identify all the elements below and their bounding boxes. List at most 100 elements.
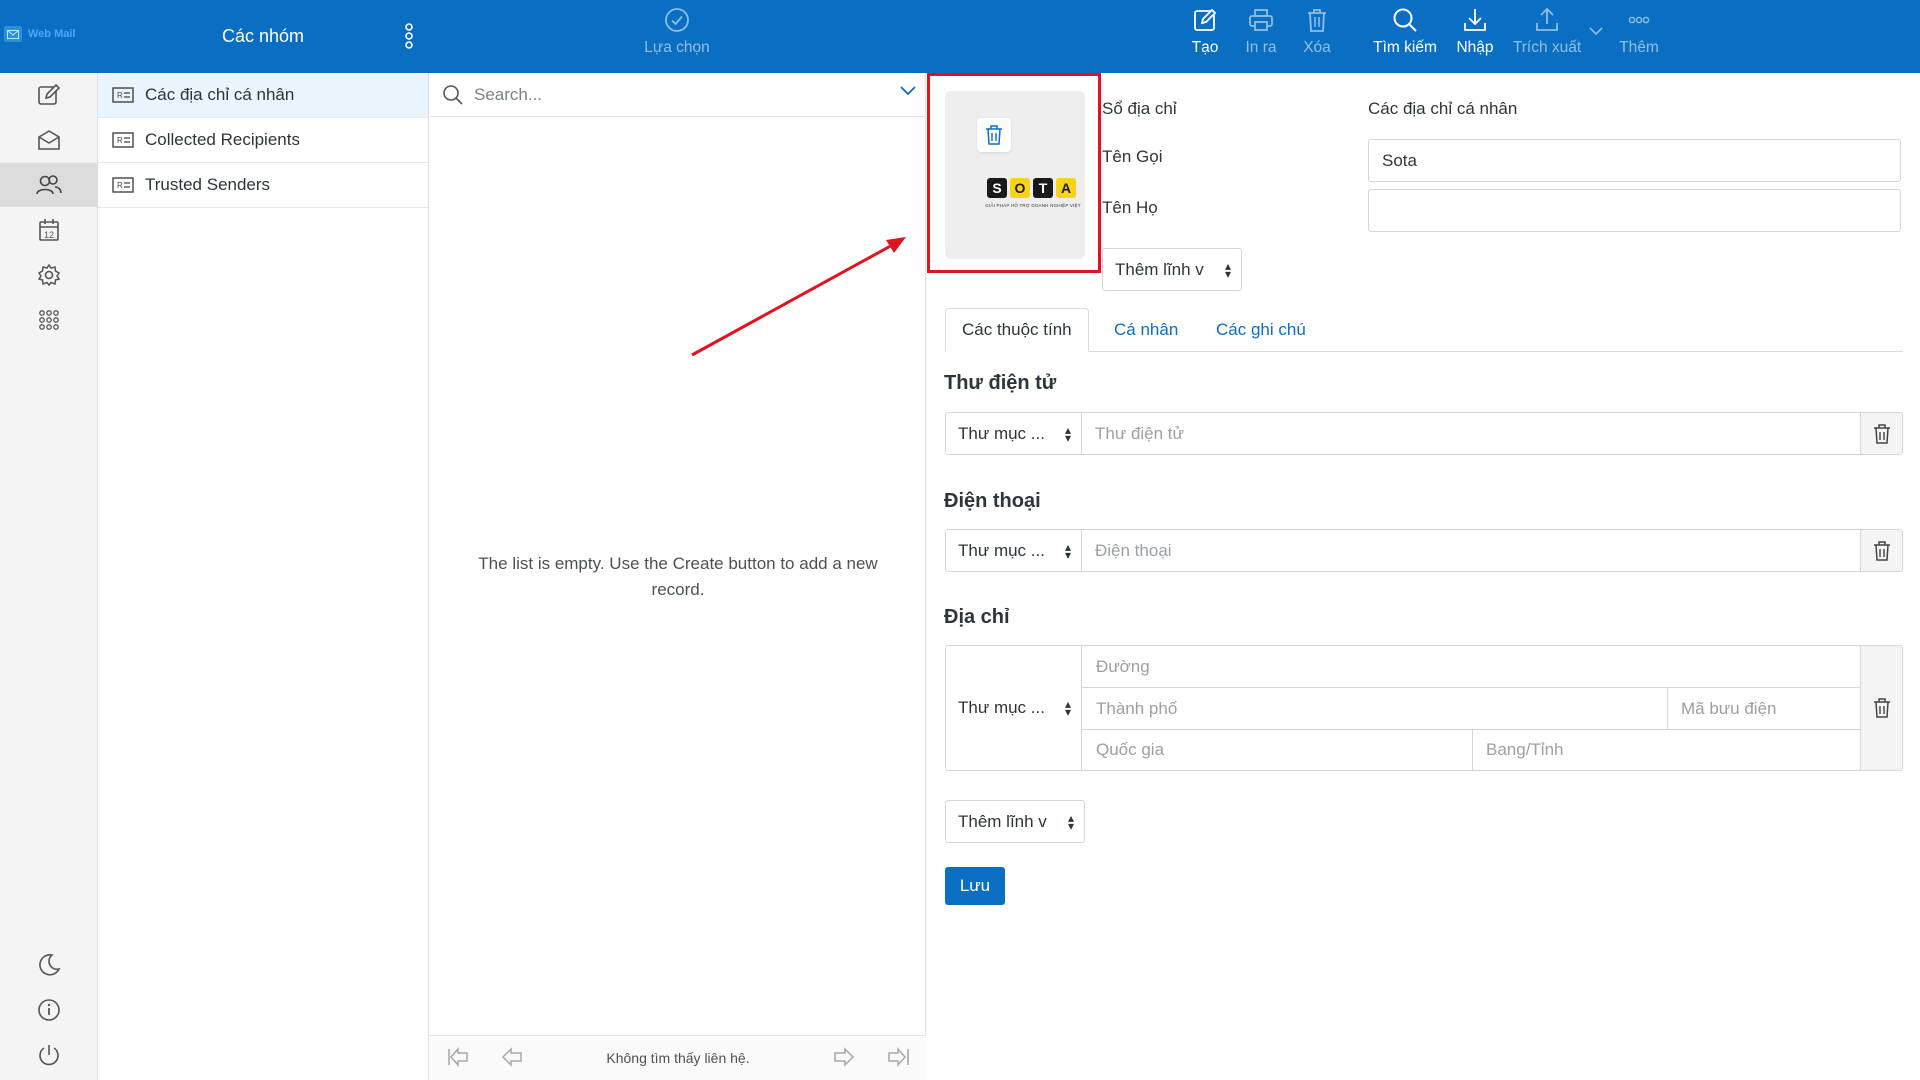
contact-edit-form: S O T A GIẢI PHÁP HỖ TRỢ DOANH NGHIỆP VI… xyxy=(927,73,1920,1080)
logout-icon[interactable] xyxy=(0,1033,98,1077)
address-book-icon: R xyxy=(112,132,134,148)
list-pagination: Không tìm thấy liên hệ. xyxy=(430,1035,926,1080)
import-label: Nhập xyxy=(1456,39,1494,56)
upload-icon xyxy=(1536,7,1558,31)
group-label: Trusted Senders xyxy=(145,175,271,194)
select-button[interactable]: Lựa chọn xyxy=(638,6,716,57)
search-icon xyxy=(443,84,463,105)
empty-list-message: The list is empty. Use the Create button… xyxy=(478,554,878,599)
trash-icon xyxy=(1873,698,1890,718)
updown-arrows-icon: ▴ ▾ xyxy=(1224,258,1231,281)
group-label: Các địa chỉ cá nhân xyxy=(145,85,295,104)
export-button[interactable]: Trích xuất xyxy=(1508,6,1586,57)
tab-properties[interactable]: Các thuộc tính xyxy=(945,308,1089,352)
delete-button[interactable]: Xóa xyxy=(1278,6,1356,57)
printer-icon xyxy=(1249,9,1273,31)
updown-arrows-icon: ▴ ▾ xyxy=(1067,810,1074,833)
region-field[interactable] xyxy=(1473,730,1860,770)
svg-text:R: R xyxy=(117,91,123,100)
calendar-icon[interactable]: 12 xyxy=(0,208,98,252)
search-button[interactable]: Tìm kiếm xyxy=(1366,6,1444,57)
create-label: Tạo xyxy=(1191,39,1219,56)
svg-text:R: R xyxy=(117,136,123,145)
group-item-trusted-senders[interactable]: R Trusted Senders xyxy=(98,163,428,208)
email-type-select[interactable]: Thư mục ... ▴ ▾ xyxy=(946,413,1082,454)
add-field-select-bottom[interactable]: Thêm lĩnh v ▴ ▾ xyxy=(945,800,1085,843)
about-icon[interactable] xyxy=(0,988,98,1032)
contacts-icon[interactable] xyxy=(0,163,98,207)
app-logo[interactable]: Web Mail xyxy=(4,26,75,42)
group-item-personal-addresses[interactable]: R Các địa chỉ cá nhân xyxy=(98,73,428,118)
phone-row: Thư mục ... ▴ ▾ xyxy=(945,529,1903,572)
more-button[interactable]: Thêm xyxy=(1600,6,1678,57)
import-button[interactable]: Nhập xyxy=(1436,6,1514,57)
mail-icon[interactable] xyxy=(0,118,98,162)
country-field[interactable] xyxy=(1083,730,1472,770)
svg-text:R: R xyxy=(117,181,123,190)
tab-label: Cá nhân xyxy=(1114,320,1179,339)
download-icon xyxy=(1464,9,1486,31)
more-label: Thêm xyxy=(1619,39,1659,56)
export-label: Trích xuất xyxy=(1512,39,1582,56)
search-input[interactable] xyxy=(472,83,872,106)
trash-icon xyxy=(1873,540,1890,561)
phone-section-title: Điện thoại xyxy=(944,490,1041,512)
city-field[interactable] xyxy=(1083,688,1667,729)
photo-highlight-box xyxy=(927,73,1101,273)
address-books-panel: R Các địa chỉ cá nhân R Collected Recipi… xyxy=(98,73,429,1080)
tab-personal[interactable]: Cá nhân xyxy=(1098,308,1194,352)
email-field[interactable] xyxy=(1082,413,1860,454)
phone-field[interactable] xyxy=(1082,530,1860,571)
groups-title: Các nhóm xyxy=(222,26,305,46)
delete-email-button[interactable] xyxy=(1860,413,1902,454)
address-book-value: Các địa chỉ cá nhân xyxy=(1368,99,1518,118)
search-label: Tìm kiếm xyxy=(1373,39,1437,56)
print-label: In ra xyxy=(1245,39,1277,56)
trash-icon xyxy=(1308,9,1326,32)
groups-options-icon[interactable] xyxy=(404,22,414,50)
group-label: Collected Recipients xyxy=(145,130,300,149)
dark-mode-icon[interactable] xyxy=(0,943,98,987)
address-book-label: Sổ địa chỉ xyxy=(1102,99,1177,118)
add-field-label: Thêm lĩnh v xyxy=(1115,259,1204,279)
group-item-collected-recipients[interactable]: R Collected Recipients xyxy=(98,118,428,163)
settings-icon[interactable] xyxy=(0,253,98,297)
updown-arrows-icon: ▴ ▾ xyxy=(1064,422,1071,445)
zip-field[interactable] xyxy=(1668,688,1860,729)
navigation-rail: 12 xyxy=(0,73,98,1080)
email-section-title: Thư điện tử xyxy=(944,372,1057,394)
compose-icon[interactable] xyxy=(0,73,98,117)
next-page-icon[interactable] xyxy=(832,1047,856,1067)
address-type-select[interactable]: Thư mục ... ▴ ▾ xyxy=(946,646,1082,770)
delete-address-button[interactable] xyxy=(1860,646,1902,770)
select-label: Lựa chọn xyxy=(644,39,710,56)
contact-list-panel: The list is empty. Use the Create button… xyxy=(430,73,926,1080)
tab-notes[interactable]: Các ghi chú xyxy=(1200,308,1322,352)
top-header: Web Mail Các nhóm Lựa chọn Tạo In ra Xóa… xyxy=(0,0,1920,73)
last-page-icon[interactable] xyxy=(886,1047,910,1067)
phone-type-select[interactable]: Thư mục ... ▴ ▾ xyxy=(946,530,1082,571)
check-circle-icon xyxy=(665,8,689,32)
more-dots-icon xyxy=(1628,16,1650,24)
address-book-icon: R xyxy=(112,177,134,193)
first-name-field[interactable] xyxy=(1368,139,1901,182)
last-name-field[interactable] xyxy=(1368,189,1901,232)
logo-text: Web Mail xyxy=(28,28,76,40)
address-type-label: Thư mục ... xyxy=(958,698,1045,717)
tab-label: Các thuộc tính xyxy=(962,320,1072,339)
updown-arrows-icon: ▴ ▾ xyxy=(1064,539,1071,562)
search-icon xyxy=(1393,8,1417,32)
add-field-select-top[interactable]: Thêm lĩnh v ▴ ▾ xyxy=(1102,248,1242,291)
search-options-chevron-icon[interactable] xyxy=(899,85,917,97)
calendar-day-number: 12 xyxy=(44,230,54,240)
delete-phone-button[interactable] xyxy=(1860,530,1902,571)
contact-search-bar xyxy=(430,73,925,117)
phone-type-label: Thư mục ... xyxy=(958,540,1045,560)
apps-icon[interactable] xyxy=(0,298,98,342)
add-field-label: Thêm lĩnh v xyxy=(958,811,1047,831)
save-button[interactable]: Lưu xyxy=(945,867,1005,905)
street-field[interactable] xyxy=(1083,646,1860,687)
address-row: Thư mục ... ▴ ▾ xyxy=(945,645,1903,771)
email-type-label: Thư mục ... xyxy=(958,423,1045,443)
mail-logo-icon xyxy=(4,26,22,42)
